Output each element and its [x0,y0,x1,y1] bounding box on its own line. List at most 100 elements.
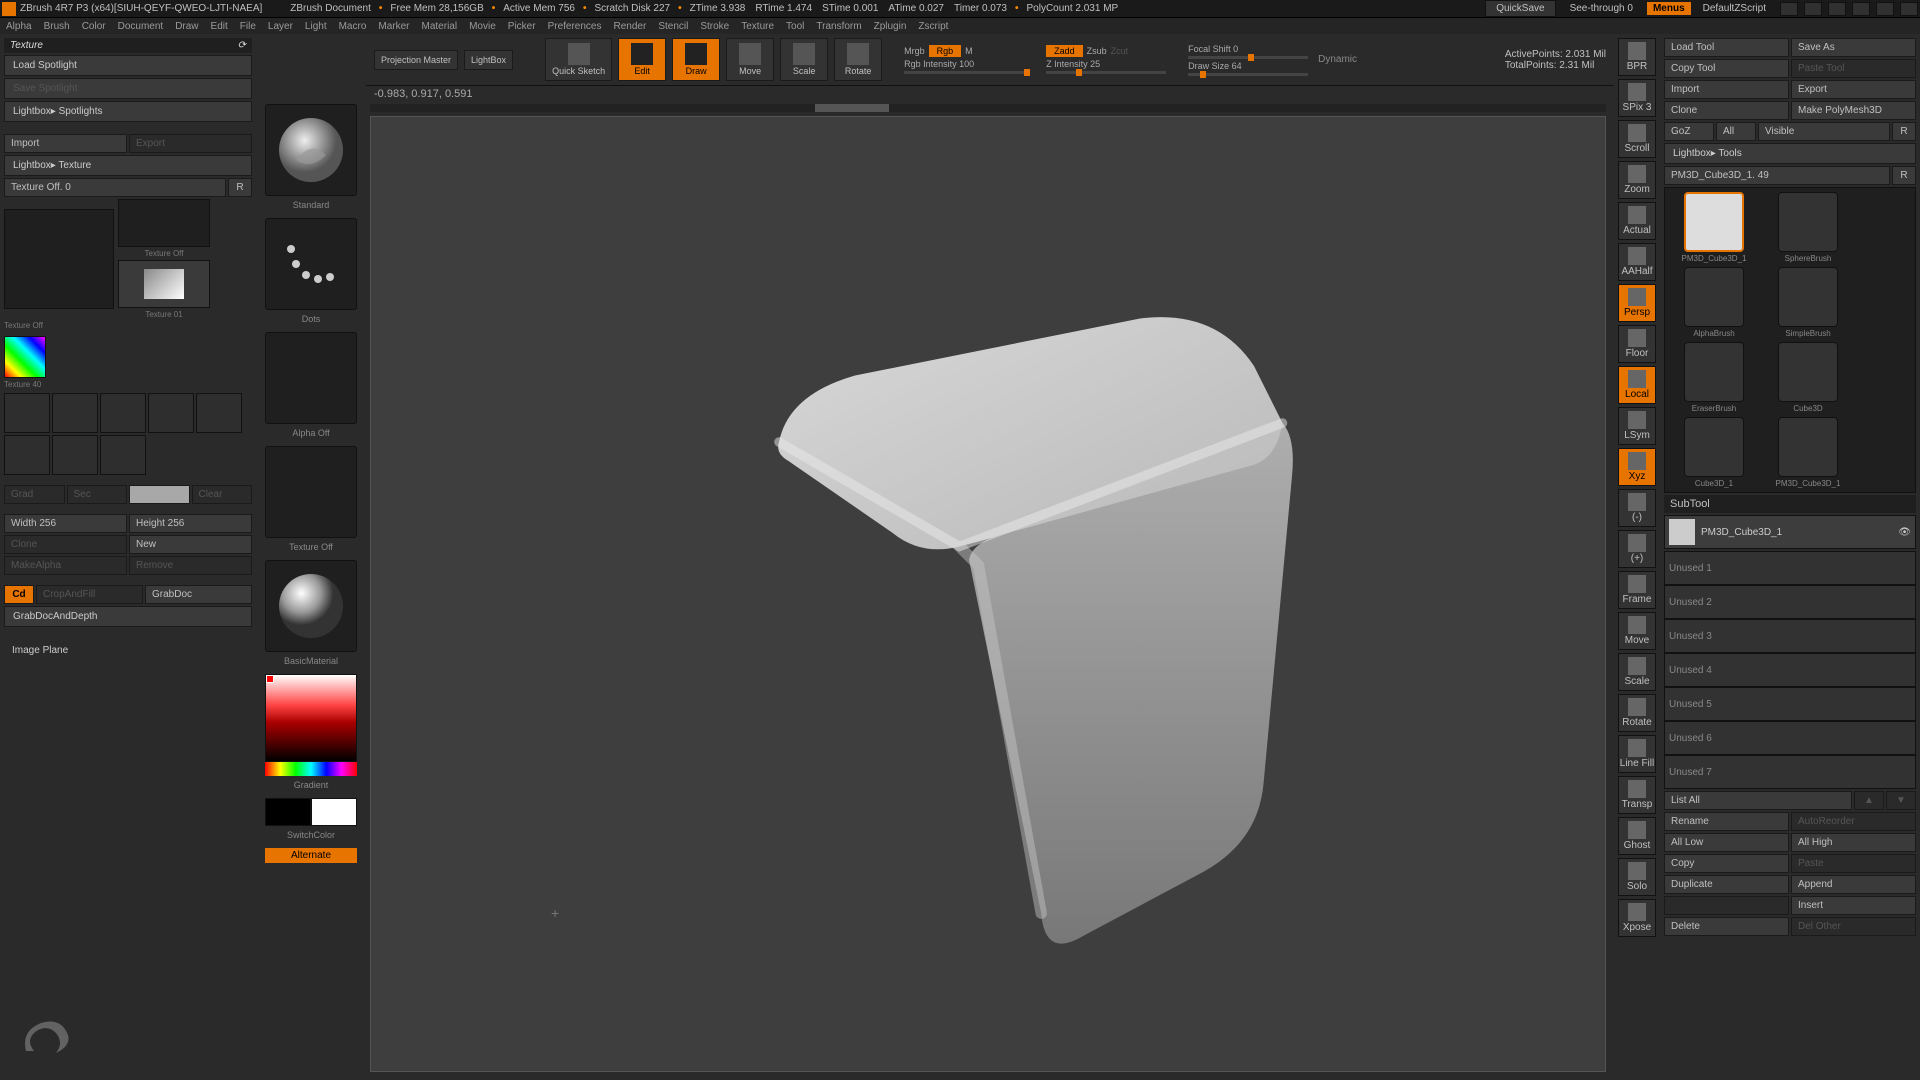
zsub-toggle[interactable]: Zsub [1087,46,1107,56]
pin-icon[interactable] [1804,2,1822,16]
refresh-icon[interactable]: ⟳ [238,40,246,51]
move-button[interactable]: Move [726,38,774,81]
draw-size-slider[interactable] [1188,73,1308,76]
menu-stroke[interactable]: Stroke [700,21,729,32]
default-zscript[interactable]: DefaultZScript [1703,3,1766,14]
menu-zscript[interactable]: Zscript [918,21,948,32]
projection-master-button[interactable]: Projection Master [374,50,458,70]
brush-thumb[interactable] [265,104,357,196]
rotate-button[interactable]: Rotate [834,38,882,81]
list-all-button[interactable]: List All [1664,791,1852,810]
tex-thumb-01[interactable] [118,260,210,308]
hue-strip[interactable] [265,762,357,776]
subtool-copy-button[interactable]: Copy [1664,854,1789,873]
maximize-icon[interactable] [1852,2,1870,16]
menu-macro[interactable]: Macro [339,21,367,32]
minimize-icon[interactable] [1828,2,1846,16]
flip-v-icon[interactable] [52,393,98,433]
material-thumb[interactable] [265,560,357,652]
sec-button[interactable]: Sec [67,485,128,504]
shelf-floor[interactable]: Floor [1618,325,1656,363]
edit-button[interactable]: Edit [618,38,666,81]
shelf-ghost[interactable]: Ghost [1618,817,1656,855]
shelf-xpose[interactable]: Xpose [1618,899,1656,937]
tool-import-button[interactable]: Import [1664,80,1789,99]
mrgb-toggle[interactable]: Mrgb [904,46,925,56]
tool-export-button[interactable]: Export [1791,80,1916,99]
menu-movie[interactable]: Movie [469,21,496,32]
del-other-button[interactable]: Del Other [1791,917,1916,936]
shelf-rotate[interactable]: Rotate [1618,694,1656,732]
height-slider[interactable]: Height 256 [129,514,252,533]
grad-icon[interactable] [196,393,242,433]
image-plane-section[interactable]: Image Plane [4,641,252,660]
shelf-transp[interactable]: Transp [1618,776,1656,814]
lightbox-tools-button[interactable]: Lightbox▸ Tools [1664,143,1916,164]
main-color-swatch[interactable] [129,485,190,504]
menu-alpha[interactable]: Alpha [6,21,32,32]
append-button[interactable]: Append [1791,875,1916,894]
all-low-button[interactable]: All Low [1664,833,1789,852]
primary-color-swatch[interactable] [311,798,357,826]
subtool-row-unused[interactable]: Unused 2 [1664,585,1916,619]
menu-draw[interactable]: Draw [175,21,198,32]
scale-button[interactable]: Scale [780,38,828,81]
menu-brush[interactable]: Brush [44,21,70,32]
width-slider[interactable]: Width 256 [4,514,127,533]
secondary-color-swatch[interactable] [265,798,311,826]
grad-button[interactable]: Grad [4,485,65,504]
subtool-row-active[interactable]: PM3D_Cube3D_1 👁 [1664,515,1916,549]
clear-icon[interactable] [100,435,146,475]
menu-transform[interactable]: Transform [816,21,861,32]
load-spotlight-button[interactable]: Load Spotlight [4,55,252,76]
all-high-button[interactable]: All High [1791,833,1916,852]
rotate-icon[interactable] [148,393,194,433]
save-as-button[interactable]: Save As [1791,38,1916,57]
large-texture-thumb[interactable] [4,209,114,309]
clone-button[interactable]: Clone [4,535,127,554]
import-button[interactable]: Import [4,134,127,153]
tool-item[interactable]: AlphaBrush [1669,267,1759,338]
shelf--[interactable]: (+) [1618,530,1656,568]
subtool-row-unused[interactable]: Unused 5 [1664,687,1916,721]
tool-item[interactable]: Cube3D [1763,342,1853,413]
menus-toggle[interactable]: Menus [1647,2,1691,15]
menu-stencil[interactable]: Stencil [658,21,688,32]
clone-tool-button[interactable]: Clone [1664,101,1789,120]
tool-item[interactable]: Cube3D_1 [1669,417,1759,488]
goz-button[interactable]: GoZ [1664,122,1714,141]
lightbox-texture-button[interactable]: Lightbox▸ Texture [4,155,252,176]
copy-tool-button[interactable]: Copy Tool [1664,59,1789,78]
menu-tool[interactable]: Tool [786,21,804,32]
menu-texture[interactable]: Texture [741,21,774,32]
lightbox-spotlights-button[interactable]: Lightbox▸ Spotlights [4,101,252,122]
insert-button[interactable]: Insert [1791,896,1916,915]
current-tool-r[interactable]: R [1892,166,1916,185]
shelf-spix-3[interactable]: SPix 3 [1618,79,1656,117]
shelf--[interactable]: (-) [1618,489,1656,527]
focal-shift-slider[interactable] [1188,56,1308,59]
menu-preferences[interactable]: Preferences [548,21,602,32]
dynamic-toggle[interactable]: Dynamic [1318,54,1357,65]
shelf-scale[interactable]: Scale [1618,653,1656,691]
shelf-aahalf[interactable]: AAHalf [1618,243,1656,281]
flip-h-icon[interactable] [4,393,50,433]
goz-visible-button[interactable]: Visible [1758,122,1890,141]
goz-r-button[interactable]: R [1892,122,1916,141]
stroke-thumb[interactable] [265,218,357,310]
tool-item[interactable]: PM3D_Cube3D_1 [1763,417,1853,488]
rgb-intensity-slider[interactable] [904,71,1024,74]
help-icon[interactable] [1780,2,1798,16]
subtool-row-unused[interactable]: Unused 3 [1664,619,1916,653]
menu-picker[interactable]: Picker [508,21,536,32]
crop-icon[interactable] [52,435,98,475]
shelf-frame[interactable]: Frame [1618,571,1656,609]
menu-render[interactable]: Render [614,21,647,32]
shelf-lsym[interactable]: LSym [1618,407,1656,445]
menu-document[interactable]: Document [118,21,164,32]
menu-light[interactable]: Light [305,21,327,32]
new-button[interactable]: New [129,535,252,554]
eye-icon[interactable]: 👁 [1898,527,1911,538]
load-tool-button[interactable]: Load Tool [1664,38,1789,57]
menu-marker[interactable]: Marker [378,21,409,32]
